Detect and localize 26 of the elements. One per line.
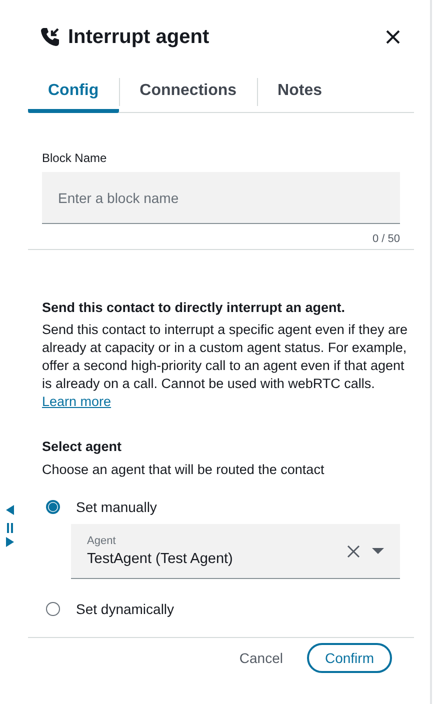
description-text: Send this contact to interrupt a specific agent even if they are already at capacity or in a custom agent status. For example, offer a second high-priority call to an agent even if that agent is already on a call. Cannot be used with webRTC calls. Learn more: [42, 321, 408, 411]
clear-icon[interactable]: [347, 544, 360, 558]
radio-button[interactable]: [46, 500, 60, 514]
agent-select[interactable]: Agent TestAgent (Test Agent): [71, 524, 400, 579]
block-name-field[interactable]: Enter a block name: [42, 172, 400, 224]
section-hint: Choose an agent that will be routed the contact: [42, 462, 326, 477]
tab[interactable]: Connections: [120, 72, 257, 112]
panel-title: Interrupt agent: [68, 26, 210, 48]
resize-handle-icon[interactable]: [5, 505, 15, 547]
radio-button[interactable]: [46, 602, 60, 616]
tab[interactable]: Notes: [258, 72, 342, 112]
phone-icon: [40, 27, 60, 47]
close-button[interactable]: [386, 30, 400, 44]
field-label: Block Name: [42, 151, 108, 165]
confirm-button[interactable]: Confirm: [306, 643, 392, 673]
section-heading: Send this contact to directly interrupt an agent.: [42, 300, 346, 315]
learn-more-link[interactable]: Learn more: [42, 394, 112, 409]
tab[interactable]: Config: [28, 72, 119, 112]
character-counter: 0 / 50: [371, 233, 400, 245]
selected-value: TestAgent (Test Agent): [87, 551, 234, 567]
cancel-button[interactable]: Cancel: [235, 646, 287, 670]
floating-label: Agent: [87, 535, 117, 547]
section-heading: Select agent: [42, 439, 123, 454]
caret-icon[interactable]: [372, 548, 384, 554]
radio-label[interactable]: Set manually: [76, 499, 157, 515]
radio-label[interactable]: Set dynamically: [76, 601, 174, 617]
